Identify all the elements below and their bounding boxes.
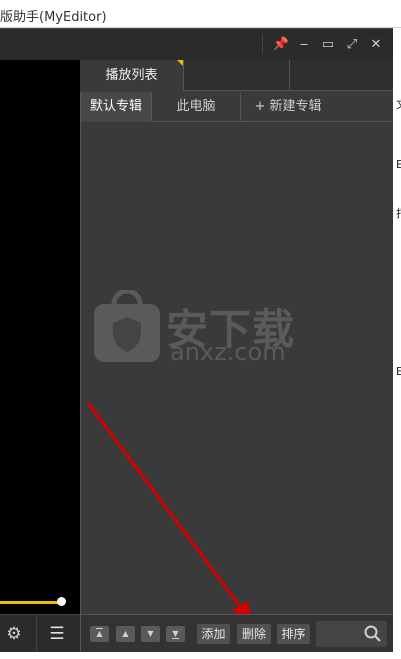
move-to-top-button[interactable]: ▲ bbox=[90, 626, 109, 642]
move-bottom-icon: ▼ bbox=[172, 629, 179, 639]
tab-divider bbox=[289, 60, 290, 91]
move-down-button[interactable]: ▼ bbox=[141, 626, 160, 642]
background-document-strip bbox=[393, 28, 401, 659]
move-up-icon: ▲ bbox=[122, 629, 129, 638]
move-down-icon: ▼ bbox=[147, 629, 154, 638]
annotation-arrow bbox=[86, 402, 252, 625]
delete-button[interactable]: 删除 bbox=[237, 624, 271, 644]
move-up-button[interactable]: ▲ bbox=[116, 626, 135, 642]
progress-handle[interactable] bbox=[57, 597, 66, 606]
maximize-button[interactable]: ▭ bbox=[317, 29, 339, 61]
sort-button[interactable]: 排序 bbox=[277, 624, 310, 644]
background-document-bottom bbox=[0, 652, 401, 659]
progress-bar[interactable] bbox=[0, 601, 62, 604]
background-char: 打 bbox=[396, 205, 401, 221]
tab-playlist[interactable]: 播放列表 bbox=[80, 60, 184, 92]
pin-icon[interactable]: 📌 bbox=[270, 29, 292, 61]
background-char: E bbox=[396, 158, 401, 171]
background-char: 文 bbox=[396, 96, 401, 112]
fullscreen-button[interactable]: ⤢ bbox=[341, 29, 363, 61]
move-top-icon: ▲ bbox=[96, 628, 103, 638]
minimize-button[interactable]: ‒ bbox=[293, 29, 315, 61]
player-title-bar: 📌 ‒ ▭ ⤢ ✕ bbox=[0, 28, 393, 60]
tab-playlist-label: 播放列表 bbox=[105, 68, 158, 83]
active-tab-marker bbox=[177, 60, 183, 66]
background-char: E bbox=[396, 365, 401, 378]
close-button[interactable]: ✕ bbox=[365, 29, 387, 61]
tab-default-album[interactable]: 默认专辑 bbox=[81, 92, 152, 122]
move-to-bottom-button[interactable]: ▼ bbox=[166, 626, 185, 642]
tab-new-album[interactable]: + 新建专辑 bbox=[241, 92, 335, 122]
video-area[interactable] bbox=[0, 60, 80, 614]
menu-icon[interactable]: ☰ bbox=[46, 620, 68, 648]
outer-window-title: 版助手(MyEditor) bbox=[0, 10, 107, 25]
search-icon[interactable] bbox=[362, 623, 384, 645]
outer-window-title-bar: 版助手(MyEditor) bbox=[0, 0, 401, 28]
title-divider bbox=[262, 34, 263, 54]
tab-this-pc[interactable]: 此电脑 bbox=[152, 92, 241, 122]
add-button[interactable]: 添加 bbox=[197, 624, 230, 644]
watermark-logo bbox=[94, 290, 160, 362]
gear-icon[interactable]: ⚙ bbox=[3, 620, 25, 648]
watermark-url: anxz.com bbox=[170, 338, 286, 366]
